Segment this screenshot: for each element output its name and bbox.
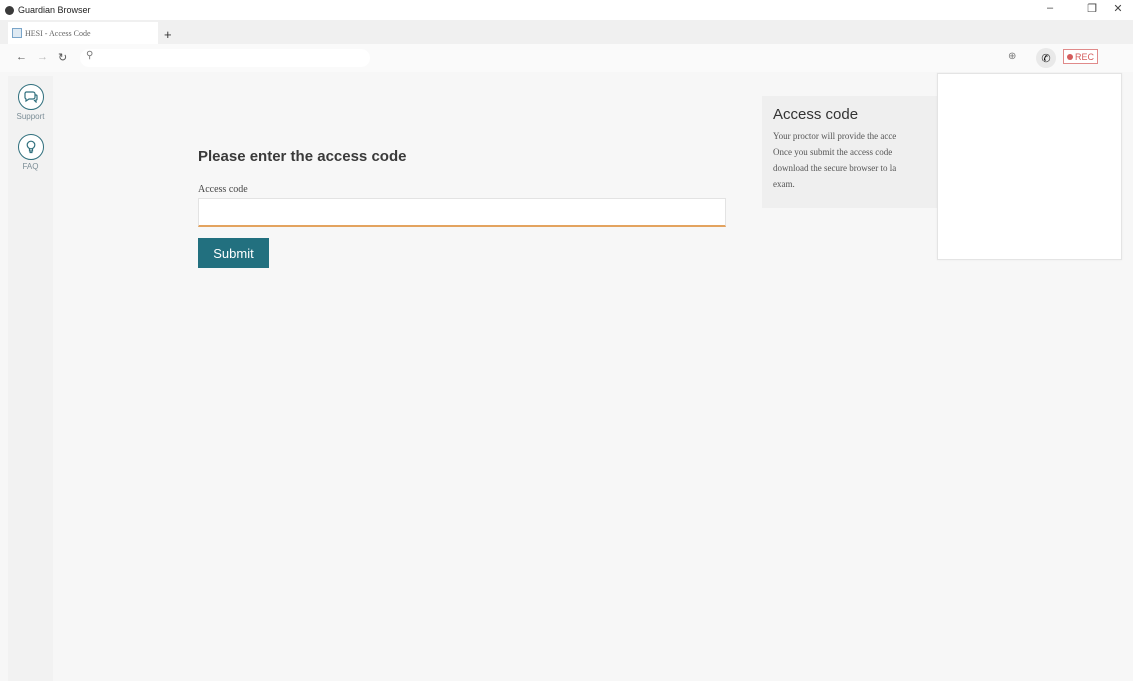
close-button[interactable]: ✕ [1108, 2, 1128, 15]
broken-image-icon [12, 28, 22, 38]
sidebar-item-label: Support [16, 112, 45, 121]
info-line: exam. [773, 179, 795, 189]
sidebar-item-faq[interactable]: FAQ [8, 134, 53, 171]
access-code-info-panel: Access code Your proctor will provide th… [762, 96, 962, 208]
search-icon: ⚲ [86, 50, 94, 61]
recording-badge: REC [1063, 49, 1099, 64]
forward-icon[interactable]: → [37, 51, 48, 63]
window-title: Guardian Browser [18, 5, 91, 15]
sidebar-item-label: FAQ [22, 162, 39, 171]
zoom-icon[interactable]: ⊕ [1008, 51, 1016, 62]
info-line: Once you submit the access code [773, 147, 893, 157]
tab-title: HESI - Access Code [25, 28, 91, 38]
info-line: Your proctor will provide the acce [773, 131, 897, 141]
tab-hesi-access-code[interactable]: HESI - Access Code [8, 22, 158, 44]
proctor-video-panel [937, 73, 1122, 260]
sidebar: Support FAQ [8, 76, 53, 681]
title-bar: Guardian Browser – ❐ ✕ [0, 0, 1133, 20]
info-title: Access code [773, 106, 859, 123]
access-code-input[interactable] [198, 198, 726, 227]
phone-icon: ✆ [1041, 52, 1051, 65]
restore-button[interactable]: ❐ [1082, 2, 1102, 15]
bulb-icon [26, 140, 35, 154]
info-line: download the secure browser to la [773, 163, 897, 173]
new-tab-button[interactable]: + [164, 27, 172, 42]
sidebar-item-support[interactable]: Support [8, 84, 53, 121]
rec-label: REC [1075, 51, 1095, 62]
minimize-button[interactable]: – [1040, 2, 1060, 14]
chat-icon[interactable] [17, 84, 44, 110]
record-dot-icon [1067, 53, 1073, 60]
submit-button[interactable]: Submit [198, 238, 269, 268]
reload-icon[interactable]: ↻ [58, 51, 67, 64]
address-bar[interactable]: ⚲ [80, 49, 370, 67]
navigation-bar: ← → ↻ ⚲ ⊕ ✆ REC [0, 44, 1133, 72]
page-title: Please enter the access code [198, 148, 407, 165]
app-icon [5, 5, 14, 15]
chat-bubble-icon [23, 91, 38, 103]
access-code-label: Access code [198, 184, 248, 195]
lightbulb-icon[interactable] [17, 134, 44, 160]
back-icon[interactable]: ← [16, 51, 27, 63]
phone-button[interactable]: ✆ [1036, 48, 1056, 68]
